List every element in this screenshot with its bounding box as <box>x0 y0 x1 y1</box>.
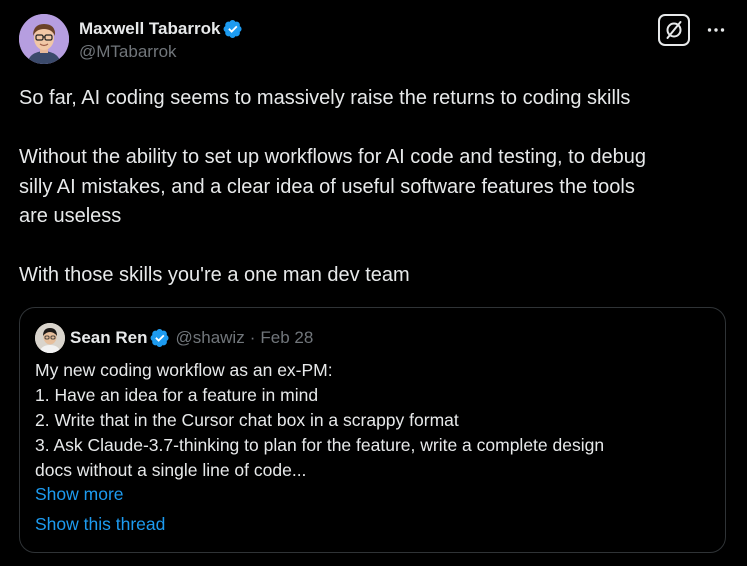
quoted-tweet[interactable]: Sean Ren @shawiz · Feb 28 My new coding … <box>19 307 726 553</box>
quote-avatar-image <box>35 323 65 353</box>
quote-author-avatar <box>35 323 65 353</box>
grok-button[interactable] <box>658 14 690 46</box>
author-name-row: Maxwell Tabarrok <box>79 17 243 41</box>
quote-body: My new coding workflow as an ex-PM: 1. H… <box>35 358 715 483</box>
quote-line: 3. Ask Claude-3.7-thinking to plan for t… <box>35 435 605 455</box>
author-display-name[interactable]: Maxwell Tabarrok <box>79 19 220 39</box>
tweet-top-actions <box>658 14 728 46</box>
quote-line: docs without a single line of code... <box>35 460 307 480</box>
tweet-header: Maxwell Tabarrok @MTabarrok <box>19 14 243 64</box>
verified-badge-icon <box>151 329 170 347</box>
quote-separator: · <box>249 328 256 347</box>
show-thread-link[interactable]: Show this thread <box>35 514 165 535</box>
quote-author-handle: @shawiz <box>175 328 245 347</box>
more-horizontal-icon <box>707 28 725 32</box>
quote-header: Sean Ren @shawiz · Feb 28 <box>35 323 313 353</box>
tweet-paragraph: So far, AI coding seems to massively rai… <box>19 87 631 109</box>
quote-line: 2. Write that in the Cursor chat box in … <box>35 410 459 430</box>
quote-date: Feb 28 <box>260 328 314 347</box>
quote-author-name: Sean Ren <box>70 328 148 347</box>
tweet-text: So far, AI coding seems to massively rai… <box>19 84 731 291</box>
author-names: Maxwell Tabarrok @MTabarrok <box>79 17 243 62</box>
tweet: Maxwell Tabarrok @MTabarrok So far, AI c… <box>0 0 747 566</box>
more-options-button[interactable] <box>704 18 728 42</box>
show-more-link[interactable]: Show more <box>35 484 124 505</box>
verified-badge-icon <box>223 19 242 38</box>
tweet-paragraph: With those skills you're a one man dev t… <box>19 264 410 286</box>
grok-icon <box>666 21 682 39</box>
tweet-paragraph: Without the ability to set up workflows … <box>19 146 647 227</box>
quote-line: My new coding workflow as an ex-PM: <box>35 360 333 380</box>
author-handle[interactable]: @MTabarrok <box>79 42 243 62</box>
quote-line: 1. Have an idea for a feature in mind <box>35 385 319 405</box>
author-avatar[interactable] <box>19 14 69 64</box>
author-avatar-image <box>19 14 69 64</box>
